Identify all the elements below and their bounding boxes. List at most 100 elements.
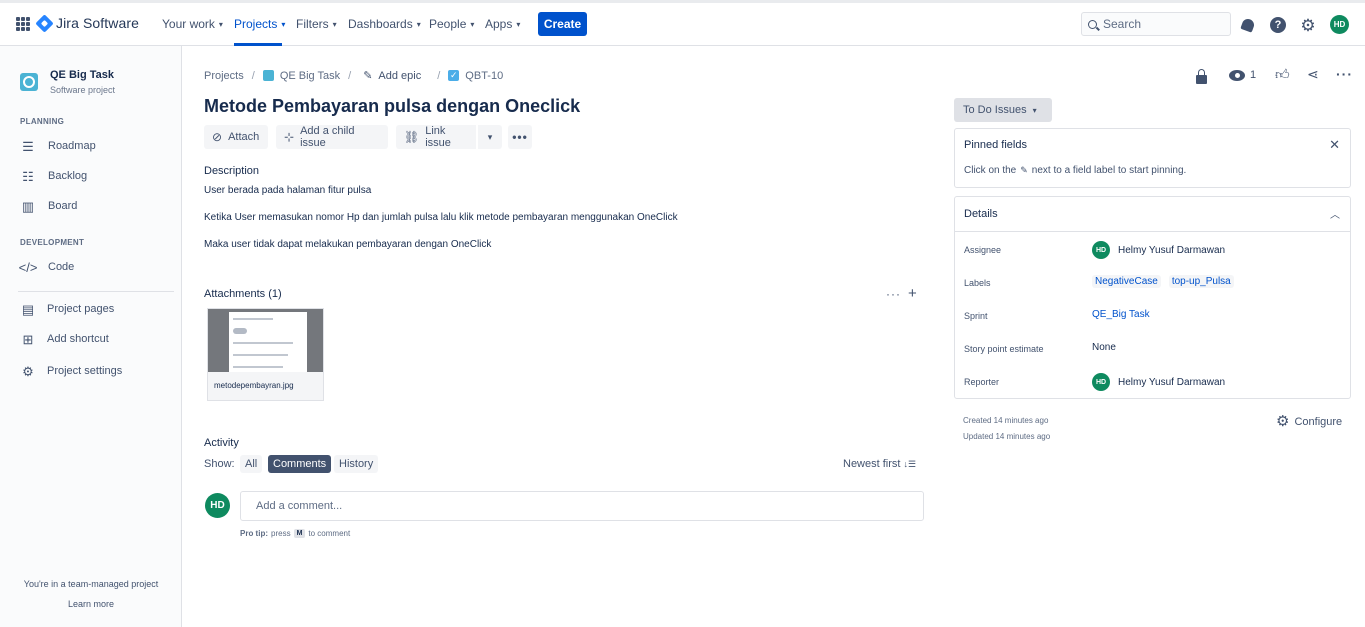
jira-logo[interactable]: Jira Software [35,13,139,33]
sidebar-divider [18,291,174,292]
code-icon: </> [18,259,38,275]
link-issue-button[interactable]: ⛓ Link issue [396,125,476,149]
sidebar-item-code[interactable]: </> Code [18,259,75,275]
notifications-icon[interactable] [1239,16,1257,34]
share-icon[interactable]: ⋖ [1307,66,1319,83]
description-label: Description [204,165,260,177]
learn-more-link[interactable]: Learn more [0,599,182,609]
sidebar-item-board[interactable]: ▥ Board [20,198,78,214]
link-issue-dropdown[interactable]: ▾ [478,125,502,149]
search-input[interactable]: Search [1081,12,1231,36]
breadcrumb: Projects / QE Big Task / ✎ Add epic / ✓ … [204,69,503,83]
app-switcher-icon[interactable] [16,17,30,31]
nav-dashboards[interactable]: Dashboards ▾ [348,17,421,31]
sidebar-item-label: Board [48,200,78,212]
chevron-down-icon: ▾ [218,19,223,29]
filter-comments-button[interactable]: Comments [268,455,332,473]
description-line[interactable]: Ketika User memasukan nomor Hp dan jumla… [204,212,678,223]
add-child-issue-button[interactable]: ⊹ Add a child issue [276,125,388,149]
label-chip[interactable]: top-up_Pulsa [1168,275,1234,288]
more-icon[interactable]: ··· [1336,66,1353,82]
project-sidebar: QE Big Task Software project PLANNING ☰ … [0,46,182,627]
thumbs-up-icon[interactable]: 👍︎ [1275,66,1290,83]
chevron-down-icon: ▾ [516,19,521,29]
attach-button[interactable]: ⊘ Attach [204,125,268,149]
nav-your-work[interactable]: Your work ▾ [162,17,223,31]
paperclip-icon: ⊘ [212,130,223,144]
labels-label: Labels [964,278,991,288]
sidebar-item-label: Project settings [47,365,123,377]
top-navigation: Jira Software Your work ▾ Projects ▾ Filte… [0,3,1365,46]
development-heading: DEVELOPMENT [20,238,85,247]
sidebar-item-project-settings[interactable]: ⚙ Project settings [20,364,122,378]
description-line[interactable]: User berada pada halaman fitur pulsa [204,185,371,196]
sidebar-item-label: Add shortcut [47,333,109,345]
pinned-hint-after: next to a field label to start pinning. [1031,165,1187,176]
sidebar-item-project-pages[interactable]: ▤ Project pages [20,302,114,316]
labels-value[interactable]: NegativeCase top-up_Pulsa [1092,275,1234,288]
reporter-value[interactable]: HD Helmy Yusuf Darmawan [1092,373,1225,391]
nav-apps[interactable]: Apps ▾ [485,17,520,31]
breadcrumb-issue-key[interactable]: QBT-10 [465,70,503,82]
board-icon: ▥ [21,198,35,214]
user-avatar[interactable]: HD [1330,15,1349,34]
more-actions-button[interactable]: ••• [508,125,532,149]
story-points-value[interactable]: None [1092,342,1116,353]
attachment-thumbnail[interactable]: metodepembayran.jpg [207,308,324,401]
breadcrumb-project[interactable]: QE Big Task [280,70,340,82]
filter-history-button[interactable]: History [334,455,379,473]
nav-dashboards-label: Dashboards [348,17,413,31]
nav-people[interactable]: People ▾ [429,17,474,31]
nav-projects[interactable]: Projects ▾ [234,17,285,31]
sort-newest-first[interactable]: Newest first ↓☰ [843,458,916,470]
details-panel: Details ︿ Assignee HD Helmy Yusuf Darmaw… [954,196,1351,399]
add-child-label: Add a child issue [300,125,355,149]
issue-title[interactable]: Metode Pembayaran pulsa dengan Oneclick [204,96,580,117]
sidebar-item-add-shortcut[interactable]: ⊞ Add shortcut [20,332,109,346]
sidebar-item-backlog[interactable]: ☷ Backlog [20,169,87,183]
nav-filters[interactable]: Filters ▾ [296,17,337,31]
attachment-filename: metodepembayran.jpg [208,372,323,400]
sidebar-item-roadmap[interactable]: ☰ Roadmap [20,139,96,153]
label-chip[interactable]: NegativeCase [1092,275,1161,288]
watch-eye-icon[interactable] [1229,70,1245,81]
attachments-label: Attachments (1) [204,288,282,300]
team-managed-note: You're in a team-managed project [23,579,159,589]
story-points-text: None [1092,342,1116,353]
show-label: Show: [204,458,235,470]
assignee-value[interactable]: HD Helmy Yusuf Darmawan [1092,241,1225,259]
child-issue-icon: ⊹ [284,130,295,144]
sprint-value[interactable]: QE_Big Task [1092,309,1150,320]
project-name[interactable]: QE Big Task [50,69,114,81]
close-icon[interactable]: ✕ [1329,137,1340,153]
nav-filters-label: Filters [296,17,329,31]
sprint-link[interactable]: QE_Big Task [1092,309,1150,320]
activity-label: Activity [204,437,239,449]
breadcrumb-projects[interactable]: Projects [204,70,244,82]
comment-input[interactable]: Add a comment... [240,491,924,521]
filter-all-button[interactable]: All [240,455,263,473]
nav-people-label: People [429,17,467,31]
settings-gear-icon[interactable]: ⚙ [1299,16,1317,34]
create-button[interactable]: Create [538,12,587,36]
sidebar-item-label: Code [48,261,75,273]
add-attachment-icon[interactable]: + [908,285,917,302]
nav-active-indicator [234,43,282,46]
help-icon[interactable]: ? [1269,16,1287,34]
status-dropdown[interactable]: To Do Issues ▾ [954,98,1052,122]
settings-gear-icon: ⚙ [1276,413,1290,430]
attachments-more-icon[interactable]: ··· [886,287,901,301]
configure-button[interactable]: ⚙ Configure [1276,414,1342,429]
description-line[interactable]: Maka user tidak dapat melakukan pembayar… [204,239,491,250]
watch-count[interactable]: 1 [1250,69,1256,81]
sprint-label: Sprint [964,311,988,321]
lock-icon[interactable] [1196,69,1207,84]
details-header[interactable]: Details ︿ [955,197,1350,232]
breadcrumb-add-epic[interactable]: Add epic [378,70,421,82]
nav-projects-label: Projects [234,17,278,31]
reporter-name: Helmy Yusuf Darmawan [1118,376,1226,388]
sidebar-item-label: Backlog [48,170,88,182]
sidebar-item-label: Project pages [47,303,115,315]
project-avatar-icon [20,73,38,91]
planning-heading: PLANNING [20,117,65,126]
